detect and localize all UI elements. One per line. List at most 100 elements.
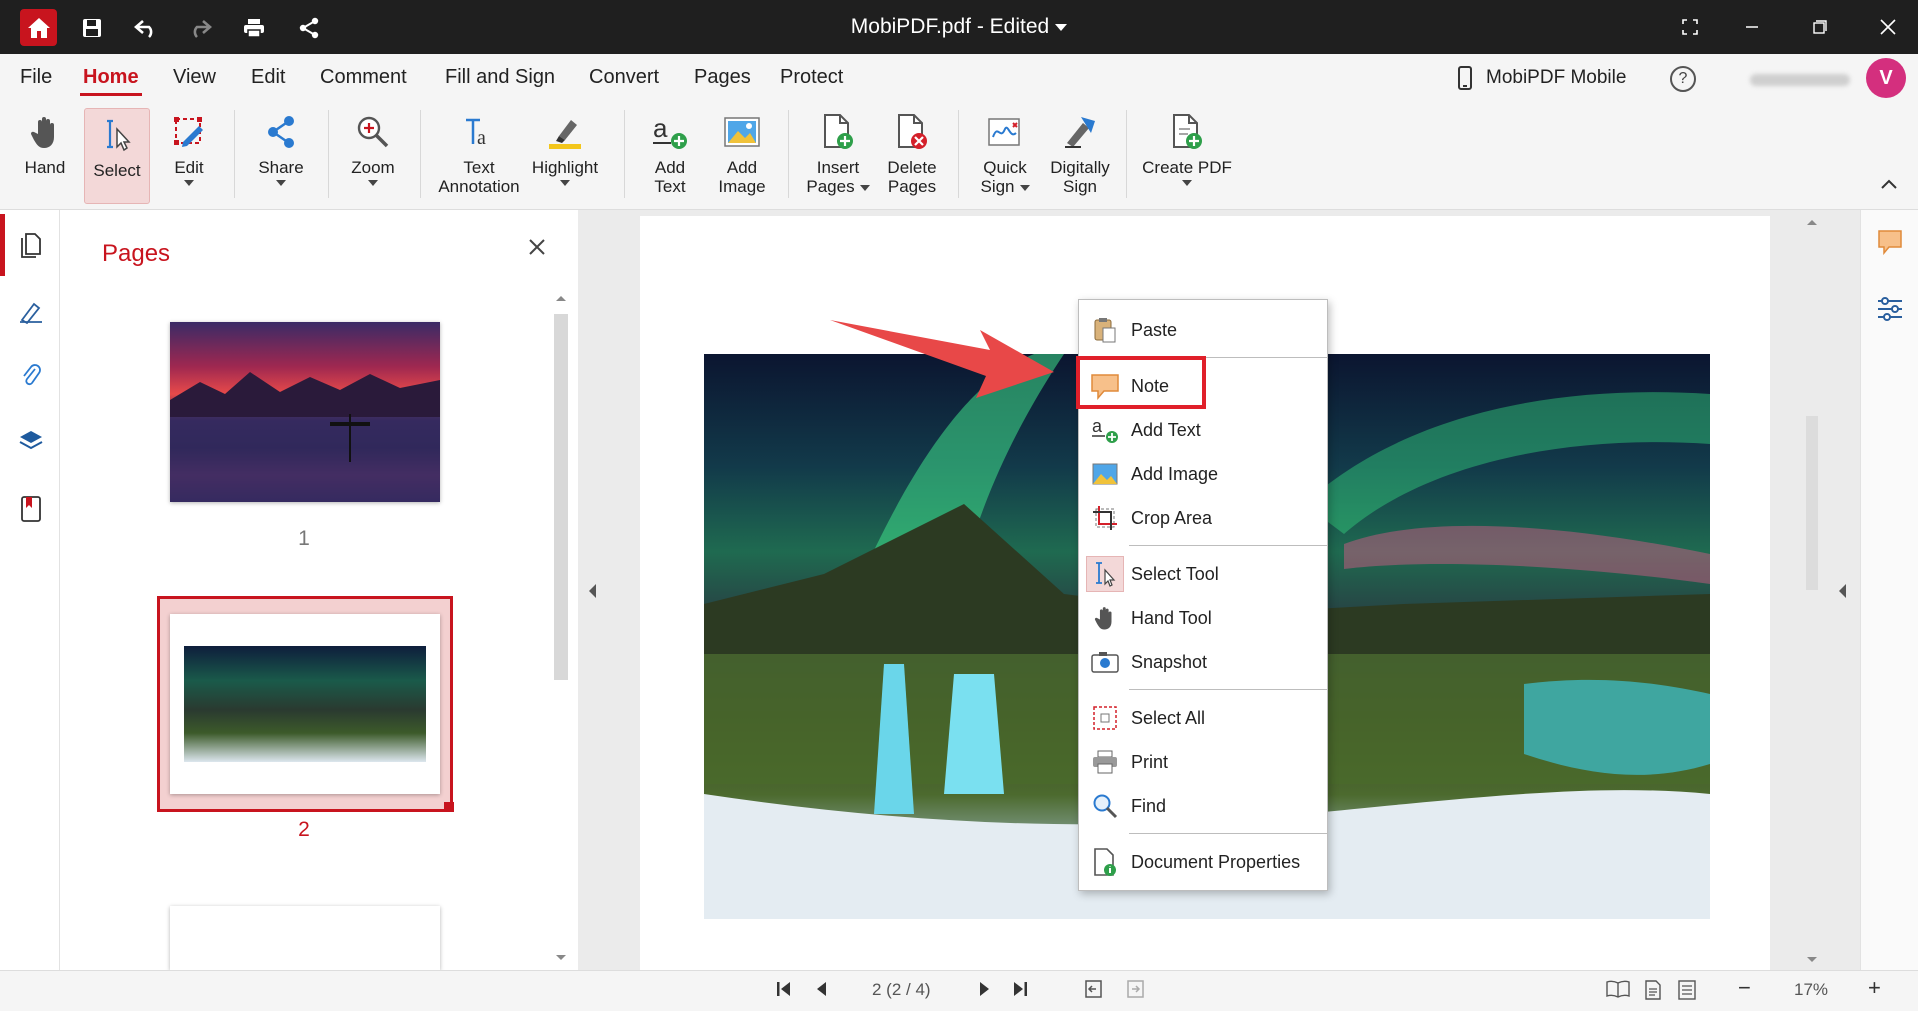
text-annotation-button[interactable]: a Text Annotation <box>432 106 526 202</box>
ribbon-divider <box>420 110 421 198</box>
menu-file[interactable]: File <box>20 66 52 89</box>
minimize-icon <box>1746 26 1758 28</box>
mobipdf-mobile-button[interactable]: MobiPDF Mobile <box>1458 66 1626 90</box>
svg-text:a: a <box>653 113 668 143</box>
collapse-ribbon-button[interactable] <box>1880 178 1898 190</box>
context-menu-select-all[interactable]: Select All <box>1079 698 1327 738</box>
first-page-button[interactable] <box>776 980 792 998</box>
select-label: Select <box>93 161 141 180</box>
delete-pages-button[interactable]: Delete Pages <box>880 106 944 202</box>
document-scroll-thumb[interactable] <box>1806 416 1818 590</box>
context-menu-paste[interactable]: Paste <box>1079 310 1327 350</box>
page-indicator[interactable]: 2 (2 / 4) <box>872 980 931 1000</box>
pages-scrollbar[interactable] <box>552 292 570 968</box>
bookmarks-panel-button[interactable] <box>16 494 46 524</box>
close-icon <box>529 239 545 255</box>
insert-pages-button[interactable]: Insert Pages <box>800 106 876 202</box>
context-menu-hand-tool[interactable]: Hand Tool <box>1079 598 1327 638</box>
share-button[interactable]: Share <box>250 106 312 202</box>
select-button[interactable]: Select <box>84 108 150 204</box>
text-annotation-label-1: Text <box>463 158 495 177</box>
insert-pages-icon <box>824 114 853 149</box>
context-menu-crop-area[interactable]: Crop Area <box>1079 498 1327 538</box>
quick-sign-button[interactable]: Quick Sign <box>970 106 1040 202</box>
layers-panel-button[interactable] <box>16 426 46 456</box>
context-menu-add-text[interactable]: a Add Text <box>1079 410 1327 450</box>
context-menu-snapshot[interactable]: Snapshot <box>1079 642 1327 682</box>
context-menu-add-image[interactable]: Add Image <box>1079 454 1327 494</box>
create-pdf-button[interactable]: Create PDF <box>1140 106 1234 202</box>
highlight-button[interactable]: Highlight <box>528 106 602 202</box>
quick-sign-icon <box>988 118 1020 146</box>
previous-page-button[interactable] <box>814 980 828 998</box>
attachments-panel-button[interactable] <box>16 360 46 390</box>
avatar[interactable]: V <box>1866 58 1906 98</box>
chevron-down-icon <box>184 180 194 186</box>
menu-comment[interactable]: Comment <box>320 66 407 89</box>
add-image-label-2: Image <box>718 177 766 196</box>
last-page-button[interactable] <box>1012 980 1028 998</box>
add-image-label: Add Image <box>1131 463 1219 484</box>
document-scrollbar[interactable] <box>1803 216 1821 970</box>
help-button[interactable]: ? <box>1670 66 1696 92</box>
insert-pages-label-2: Pages <box>806 177 855 196</box>
context-menu-print[interactable]: Print <box>1079 742 1327 782</box>
add-image-button[interactable]: Add Image <box>708 106 776 202</box>
pages-scroll-thumb[interactable] <box>554 314 568 680</box>
menu-view[interactable]: View <box>173 66 216 89</box>
menu-convert[interactable]: Convert <box>589 66 659 89</box>
comments-panel-button[interactable] <box>1876 228 1904 256</box>
close-window-button[interactable] <box>1872 12 1904 42</box>
digitally-sign-button[interactable]: Digitally Sign <box>1044 106 1116 202</box>
pages-panel-button[interactable] <box>16 230 46 260</box>
zoom-in-button[interactable]: + <box>1868 975 1881 1001</box>
context-menu-document-properties[interactable]: Document Properties <box>1079 842 1327 882</box>
chevron-left-icon <box>589 584 596 598</box>
go-forward-button[interactable] <box>1126 980 1146 998</box>
minimize-button[interactable] <box>1736 12 1768 42</box>
delete-pages-icon <box>898 114 927 149</box>
page-thumbnail-3[interactable] <box>170 906 440 970</box>
zoom-out-button[interactable]: − <box>1738 975 1751 1001</box>
edit-button[interactable]: Edit <box>160 106 218 202</box>
single-page-view-button[interactable] <box>1644 980 1662 1000</box>
context-menu-select-tool[interactable]: Select Tool <box>1079 554 1327 594</box>
print-icon <box>1093 750 1117 774</box>
page-thumbnail-1[interactable] <box>170 322 440 502</box>
next-page-button[interactable] <box>978 980 992 998</box>
digitally-sign-icon <box>1065 117 1095 148</box>
rail-active-indicator <box>0 214 5 276</box>
chevron-down-icon <box>276 180 286 186</box>
menu-protect[interactable]: Protect <box>780 66 843 89</box>
share-icon <box>268 116 294 148</box>
add-text-button[interactable]: a Add Text <box>640 106 700 202</box>
previous-page-icon <box>817 982 826 996</box>
first-page-icon <box>777 982 790 996</box>
fullscreen-button[interactable] <box>1674 12 1706 42</box>
menu-home[interactable]: Home <box>83 66 139 89</box>
window-title[interactable]: MobiPDF.pdf - Edited <box>0 15 1918 39</box>
status-bar <box>0 970 1918 1011</box>
add-text-label-1: Add <box>654 158 686 177</box>
menu-fill-and-sign[interactable]: Fill and Sign <box>445 66 555 89</box>
page-thumbnail-2[interactable] <box>170 614 440 794</box>
properties-panel-button[interactable] <box>1876 296 1904 322</box>
resize-handle[interactable] <box>444 802 454 812</box>
menu-pages[interactable]: Pages <box>694 66 751 89</box>
two-page-view-button[interactable] <box>1606 980 1630 998</box>
collapse-right-panel-button[interactable] <box>1836 582 1848 600</box>
menu-edit[interactable]: Edit <box>251 66 285 89</box>
hand-button[interactable]: Hand <box>14 106 76 202</box>
go-back-button[interactable] <box>1084 980 1104 998</box>
maximize-button[interactable] <box>1804 12 1836 42</box>
paperclip-icon <box>23 364 41 386</box>
chevron-down-icon <box>1807 957 1817 962</box>
continuous-view-button[interactable] <box>1678 980 1696 1000</box>
context-menu-find[interactable]: Find <box>1079 786 1327 826</box>
chevron-down-icon <box>1055 23 1068 31</box>
zoom-level[interactable]: 17% <box>1794 980 1828 1000</box>
zoom-button[interactable]: Zoom <box>342 106 404 202</box>
close-pages-panel-button[interactable] <box>528 238 546 256</box>
collapse-left-panel-button[interactable] <box>586 582 598 600</box>
signatures-panel-button[interactable] <box>16 296 46 326</box>
